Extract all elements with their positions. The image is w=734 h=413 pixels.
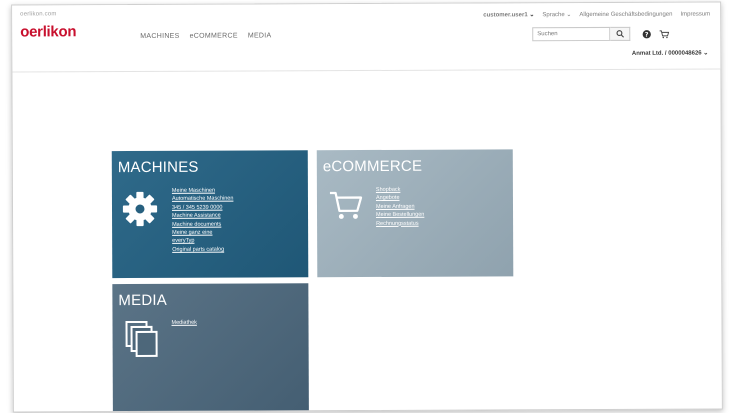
ecommerce-link[interactable]: Meine Bestellungen — [376, 212, 424, 219]
account-selector[interactable]: Anmat Ltd. / 0000048626 ⌄ — [632, 50, 708, 57]
search-button[interactable] — [610, 26, 631, 41]
search-icon — [615, 30, 624, 38]
main-nav: MACHINES eCOMMERCE MEDIA — [140, 32, 271, 40]
nav-item-machines[interactable]: MACHINES — [140, 33, 179, 40]
nav-item-media[interactable]: MEDIA — [248, 32, 272, 39]
language-menu[interactable]: Sprache ⌄ — [542, 11, 571, 18]
brand-url[interactable]: oerlikon.com — [20, 11, 56, 17]
ecommerce-link[interactable]: Shopback — [376, 187, 424, 194]
gear-icon — [122, 191, 158, 227]
oerlikon-logo[interactable]: oerlikon — [20, 23, 76, 40]
tile-ecommerce[interactable]: eCOMMERCE Shopback Angebote Meine Anfrag… — [316, 149, 514, 278]
terms-link[interactable]: Allgemeine Geschäftsbedingungen — [579, 11, 672, 17]
ecommerce-links: Shopback Angebote Meine Anfragen Meine B… — [376, 187, 424, 227]
media-link[interactable]: Mediathek — [171, 320, 196, 327]
tile-title-ecommerce: eCOMMERCE — [322, 157, 423, 176]
machines-link[interactable]: Meine Maschinen — [172, 188, 233, 195]
tile-machines[interactable]: MACHINES Meine Maschinen Automatische Ma… — [111, 150, 309, 279]
cart-icon — [659, 29, 670, 38]
machines-link[interactable]: Original parts catalog — [172, 246, 233, 253]
tile-title-machines: MACHINES — [117, 158, 199, 177]
tile-title-media: MEDIA — [118, 291, 167, 310]
ecommerce-link[interactable]: Rechnungsstatus — [376, 220, 424, 227]
machines-link[interactable]: everyTyp — [172, 238, 233, 245]
shopping-cart-icon — [329, 191, 363, 219]
help-icon: ? — [642, 29, 651, 38]
media-links: Mediathek — [171, 320, 196, 327]
machines-link[interactable]: 345 / 345 5239 0000 — [172, 204, 233, 211]
ecommerce-link[interactable]: Meine Anfragen — [376, 204, 424, 211]
machines-link[interactable]: Machine Assistance — [172, 213, 233, 220]
site-header: oerlikon.com oerlikon MACHINES eCOMMERCE… — [12, 2, 721, 73]
search-input[interactable] — [532, 26, 611, 42]
svg-text:?: ? — [644, 31, 648, 38]
machines-link[interactable]: Meine ganz eine — [172, 230, 233, 237]
browser-page: oerlikon.com oerlikon MACHINES eCOMMERCE… — [11, 1, 723, 413]
machines-links: Meine Maschinen Automatische Maschinen 3… — [172, 188, 234, 254]
machines-link[interactable]: Machine documents — [172, 221, 233, 228]
cart-button[interactable] — [658, 27, 670, 41]
documents-icon — [125, 320, 158, 358]
user-menu[interactable]: customer.user1 ⌄ — [483, 11, 534, 18]
nav-item-ecommerce[interactable]: eCOMMERCE — [190, 33, 238, 40]
ecommerce-link[interactable]: Angebote — [376, 195, 424, 202]
search-bar — [532, 26, 631, 42]
help-button[interactable]: ? — [640, 27, 652, 41]
tile-media[interactable]: MEDIA Mediathek — [112, 283, 309, 413]
imprint-link[interactable]: Impressum — [680, 11, 710, 17]
utility-links: customer.user1 ⌄ Sprache ⌄ Allgemeine Ge… — [483, 11, 710, 18]
machines-link[interactable]: Automatische Maschinen — [172, 196, 233, 203]
